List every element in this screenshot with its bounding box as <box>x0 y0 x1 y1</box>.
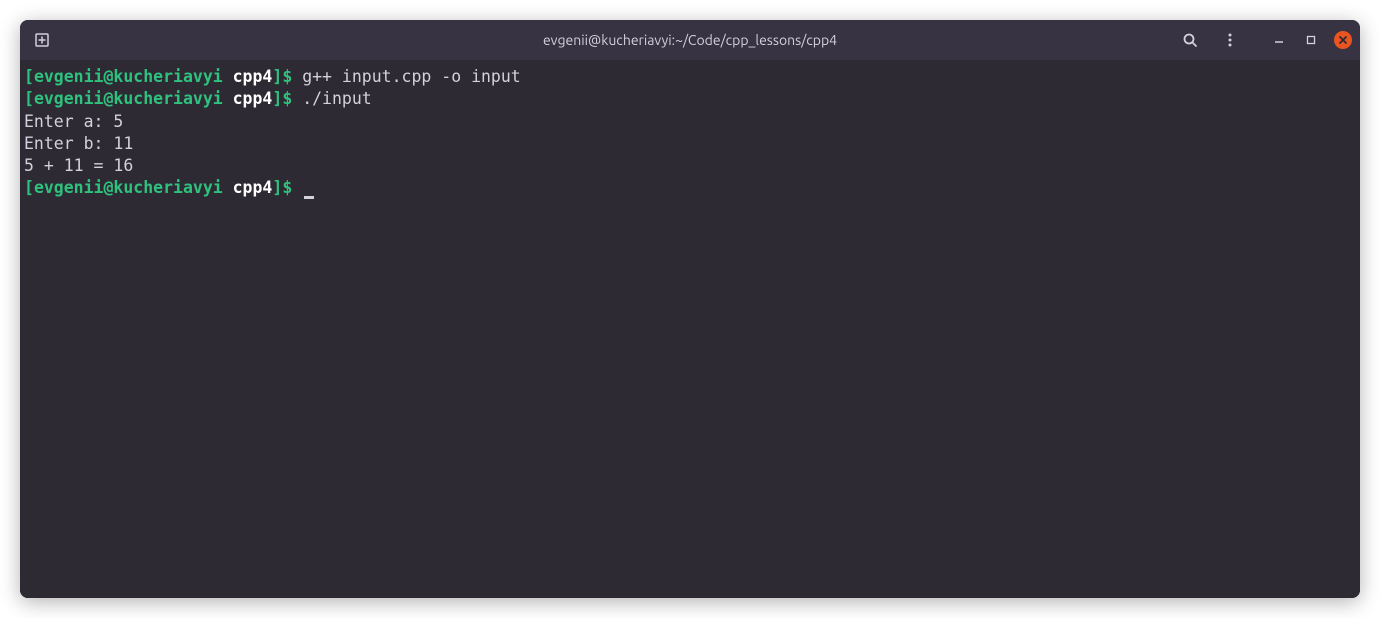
output-text: 5 + 11 = 16 <box>24 156 133 175</box>
titlebar-controls <box>1178 28 1352 52</box>
window-titlebar: evgenii@kucheriavyi:~/Code/cpp_lessons/c… <box>20 20 1360 60</box>
maximize-button[interactable] <box>1302 31 1320 49</box>
prompt-dir: cpp4 <box>233 89 273 108</box>
output-text: Enter a: 5 <box>24 112 123 131</box>
command-text: g++ input.cpp -o input <box>302 67 521 86</box>
output-line: 5 + 11 = 16 <box>24 155 1356 177</box>
prompt-symbol: $ <box>282 89 302 108</box>
prompt-bracket: ] <box>272 178 282 197</box>
prompt-line: [evgenii@kucheriavyi cpp4]$ <box>24 177 1356 199</box>
output-line: Enter a: 5 <box>24 111 1356 133</box>
prompt-line: [evgenii@kucheriavyi cpp4]$ ./input <box>24 88 1356 110</box>
window-title: evgenii@kucheriavyi:~/Code/cpp_lessons/c… <box>543 32 837 48</box>
terminal-window: evgenii@kucheriavyi:~/Code/cpp_lessons/c… <box>20 20 1360 598</box>
cursor <box>304 196 314 199</box>
search-button[interactable] <box>1178 28 1202 52</box>
prompt-bracket: ] <box>272 67 282 86</box>
output-line: Enter b: 11 <box>24 133 1356 155</box>
new-tab-button[interactable] <box>28 26 56 54</box>
terminal-body[interactable]: [evgenii@kucheriavyi cpp4]$ g++ input.cp… <box>20 60 1360 598</box>
close-button[interactable] <box>1334 31 1352 49</box>
menu-button[interactable] <box>1218 28 1242 52</box>
prompt-dir: cpp4 <box>233 67 273 86</box>
prompt-line: [evgenii@kucheriavyi cpp4]$ g++ input.cp… <box>24 66 1356 88</box>
minimize-button[interactable] <box>1270 31 1288 49</box>
prompt-user-host: evgenii@kucheriavyi <box>34 178 223 197</box>
prompt-bracket: [ <box>24 178 34 197</box>
prompt-bracket: ] <box>272 89 282 108</box>
prompt-dir: cpp4 <box>233 178 273 197</box>
prompt-user-host: evgenii@kucheriavyi <box>34 89 223 108</box>
prompt-symbol: $ <box>282 178 302 197</box>
prompt-symbol: $ <box>282 67 302 86</box>
window-controls <box>1270 31 1352 49</box>
prompt-user-host: evgenii@kucheriavyi <box>34 67 223 86</box>
prompt-bracket: [ <box>24 67 34 86</box>
command-text: ./input <box>302 89 372 108</box>
prompt-bracket: [ <box>24 89 34 108</box>
output-text: Enter b: 11 <box>24 134 133 153</box>
